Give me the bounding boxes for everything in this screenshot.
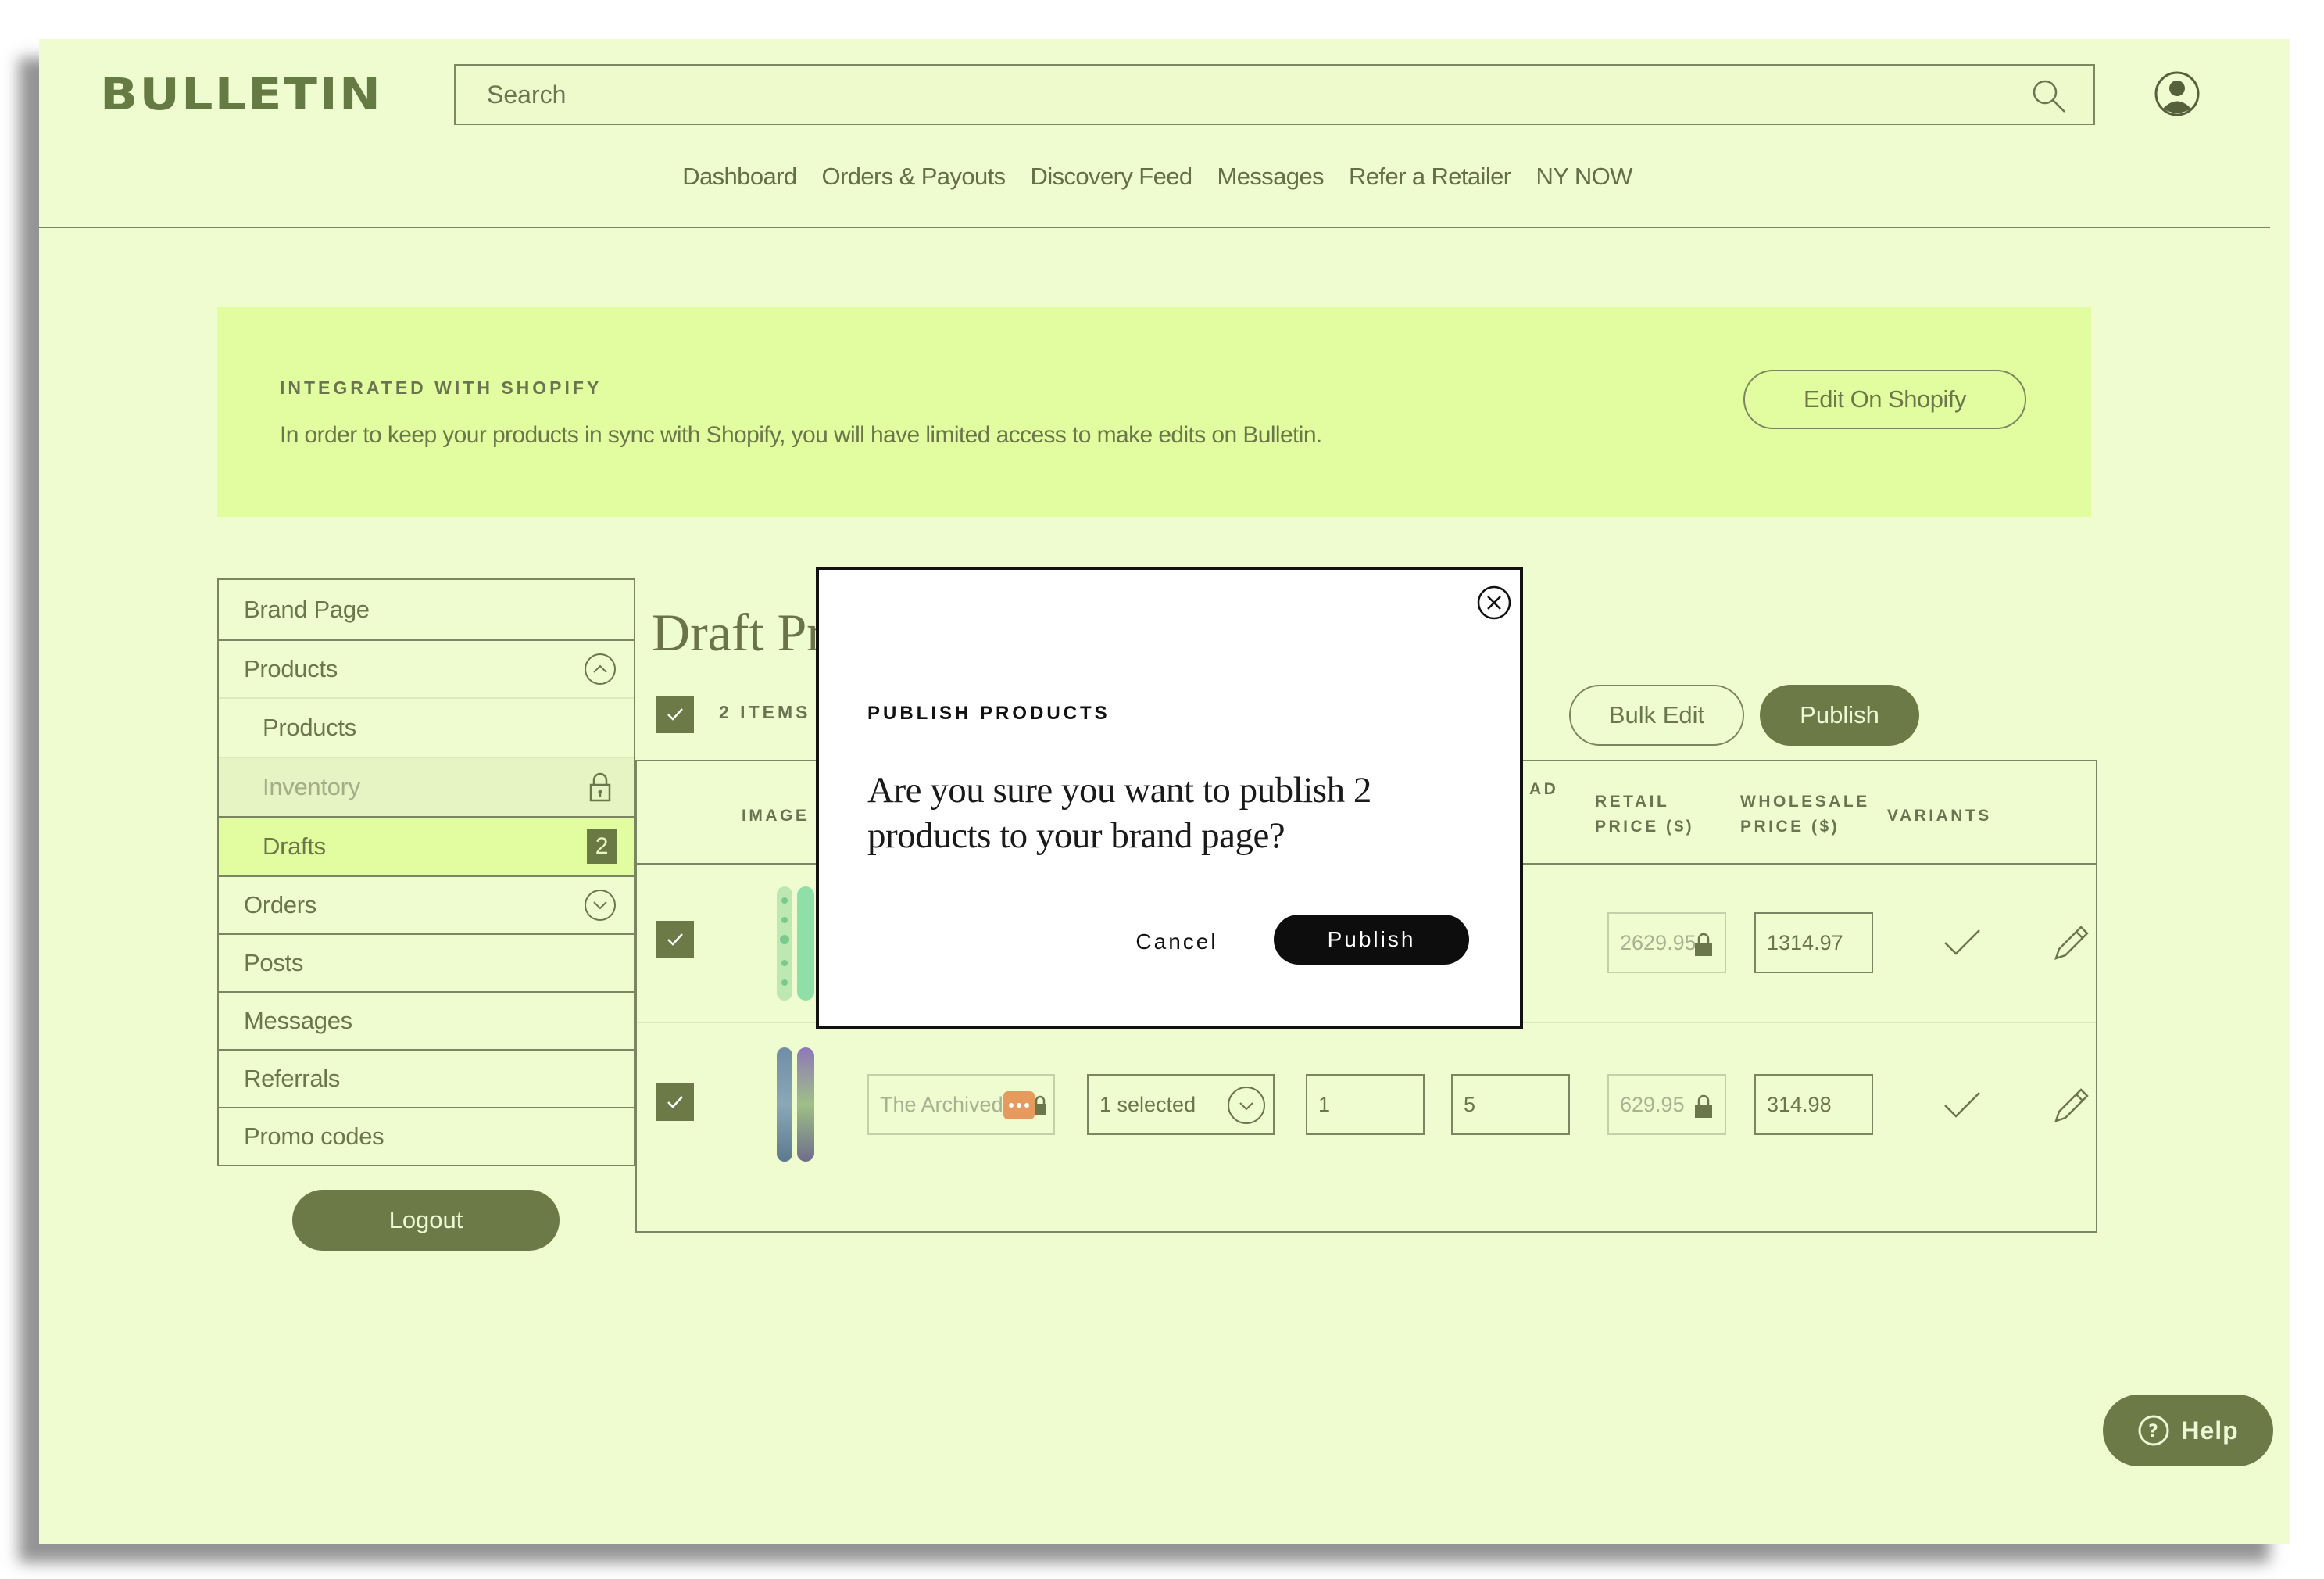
sidebar-item-referrals[interactable]: Referrals [219, 1049, 634, 1107]
product-name-value: The Archived [880, 1092, 1003, 1116]
publish-confirm-modal: PUBLISH PRODUCTS Are you sure you want t… [816, 567, 1523, 1029]
category-value: 1 selected [1099, 1092, 1196, 1116]
wholesale-price-field[interactable]: 314.98 [1754, 1074, 1873, 1135]
nav-messages[interactable]: Messages [1217, 163, 1325, 191]
column-header-variants: VARIANTS [1887, 807, 1992, 825]
sidebar-item-label: Promo codes [244, 1122, 384, 1150]
edit-on-shopify-button[interactable]: Edit On Shopify [1743, 370, 2026, 429]
modal-title: PUBLISH PRODUCTS [867, 703, 1110, 724]
product-thumbnail[interactable] [774, 1046, 821, 1163]
help-label: Help [2181, 1416, 2239, 1445]
sidebar: Brand Page Products Products Inventory D… [217, 578, 635, 1166]
cancel-button[interactable]: Cancel [1107, 917, 1247, 967]
sidebar-item-promo-codes[interactable]: Promo codes [219, 1107, 634, 1165]
modal-message: Are you sure you want to publish 2 produ… [867, 770, 1371, 856]
confirm-publish-button[interactable]: Publish [1274, 915, 1469, 965]
main-nav: Dashboard Orders & Payouts Discovery Fee… [39, 163, 2290, 191]
drafts-count-badge: 2 [587, 829, 617, 864]
header-line: WHOLESALE [1740, 793, 1870, 811]
min-quantity-field[interactable]: 1 [1306, 1074, 1425, 1135]
row-checkbox[interactable] [656, 921, 694, 958]
lock-icon [1695, 1094, 1712, 1118]
nav-ny-now[interactable]: NY NOW [1536, 163, 1633, 191]
chevron-down-icon[interactable] [1226, 1085, 1267, 1126]
sidebar-item-label: Posts [244, 949, 304, 976]
nav-dashboard[interactable]: Dashboard [682, 163, 797, 191]
retail-price-value: 629.95 [1620, 1092, 1685, 1116]
lead-time-value: 5 [1464, 1092, 1476, 1116]
app-window: BULLETIN Dashboard Orders & Payouts Disc… [39, 39, 2290, 1544]
sidebar-item-messages[interactable]: Messages [219, 991, 634, 1049]
product-name-field: The Archived [867, 1074, 1055, 1135]
header-line: RETAIL [1595, 793, 1670, 811]
row-checkbox[interactable] [656, 1083, 694, 1121]
retail-price-value: 2629.95 [1620, 930, 1697, 954]
search-icon[interactable] [2029, 77, 2067, 114]
column-header-lead-time: AD [1529, 780, 1559, 798]
svg-text:?: ? [2148, 1422, 2159, 1441]
sidebar-item-label: Inventory [263, 773, 360, 800]
select-all-checkbox[interactable] [656, 696, 694, 733]
check-icon [667, 1096, 683, 1108]
check-icon [667, 708, 683, 721]
sidebar-subitem-drafts[interactable]: Drafts 2 [219, 816, 634, 875]
wholesale-price-value: 1314.97 [1767, 930, 1843, 954]
chevron-down-icon[interactable] [584, 889, 617, 922]
lock-icon [589, 772, 611, 802]
nav-refer-retailer[interactable]: Refer a Retailer [1349, 163, 1511, 191]
category-dropdown[interactable]: 1 selected [1087, 1074, 1275, 1135]
logo-text: BULLETIN [100, 70, 383, 120]
items-count: 2 ITEMS [719, 702, 811, 722]
search-bar[interactable] [454, 64, 2095, 125]
help-button[interactable]: ? Help [2103, 1395, 2273, 1466]
lock-icon [1695, 933, 1712, 956]
help-icon: ? [2138, 1415, 2169, 1446]
shopify-banner: INTEGRATED WITH SHOPIFY In order to keep… [217, 307, 2091, 517]
column-header-image: IMAGE [742, 807, 810, 825]
bulk-edit-button[interactable]: Bulk Edit [1569, 685, 1744, 746]
sidebar-item-brand-page[interactable]: Brand Page [219, 580, 634, 639]
search-input[interactable] [456, 66, 2093, 124]
check-icon [667, 933, 683, 946]
user-icon[interactable] [2154, 70, 2201, 117]
column-header-wholesale-price: WHOLESALE PRICE ($) [1740, 790, 1870, 840]
header-divider [39, 227, 2270, 228]
header-line: PRICE ($) [1740, 818, 1840, 836]
wholesale-price-value: 314.98 [1767, 1092, 1832, 1116]
sidebar-subitem-products[interactable]: Products [219, 697, 634, 757]
nav-orders-payouts[interactable]: Orders & Payouts [821, 163, 1006, 191]
min-quantity-value: 1 [1318, 1092, 1331, 1116]
sidebar-item-orders[interactable]: Orders [219, 875, 634, 933]
sidebar-item-label: Products [244, 655, 338, 682]
lead-time-field[interactable]: 5 [1451, 1074, 1570, 1135]
retail-price-field: 629.95 [1607, 1074, 1726, 1135]
sidebar-item-products[interactable]: Products [219, 639, 634, 697]
sidebar-item-label: Orders [244, 891, 316, 918]
banner-title: INTEGRATED WITH SHOPIFY [280, 378, 602, 398]
check-icon [1944, 1092, 1980, 1118]
wholesale-price-field[interactable]: 1314.97 [1754, 912, 1873, 973]
check-icon [1944, 929, 1980, 955]
sidebar-item-label: Drafts [263, 832, 326, 860]
retail-price-field: 2629.95 [1607, 912, 1726, 973]
sidebar-item-label: Brand Page [244, 596, 370, 623]
sidebar-item-label: Referrals [244, 1065, 341, 1092]
more-options-icon[interactable] [1003, 1090, 1047, 1121]
pencil-icon[interactable] [2050, 1083, 2093, 1127]
product-thumbnail[interactable] [774, 885, 821, 1002]
nav-discovery-feed[interactable]: Discovery Feed [1031, 163, 1193, 191]
logout-button[interactable]: Logout [292, 1190, 560, 1251]
close-icon[interactable] [1475, 584, 1513, 621]
pencil-icon[interactable] [2050, 921, 2093, 965]
banner-text: In order to keep your products in sync w… [280, 422, 1322, 448]
header-line: PRICE ($) [1595, 818, 1695, 836]
column-header-retail-price: RETAIL PRICE ($) [1595, 790, 1694, 840]
sidebar-item-posts[interactable]: Posts [219, 933, 634, 991]
publish-button[interactable]: Publish [1760, 685, 1919, 746]
logo[interactable]: BULLETIN [100, 72, 428, 119]
sidebar-item-label: Products [263, 714, 356, 741]
chevron-up-icon[interactable] [584, 653, 617, 686]
sidebar-item-label: Messages [244, 1007, 352, 1034]
sidebar-subitem-inventory[interactable]: Inventory [219, 757, 634, 816]
